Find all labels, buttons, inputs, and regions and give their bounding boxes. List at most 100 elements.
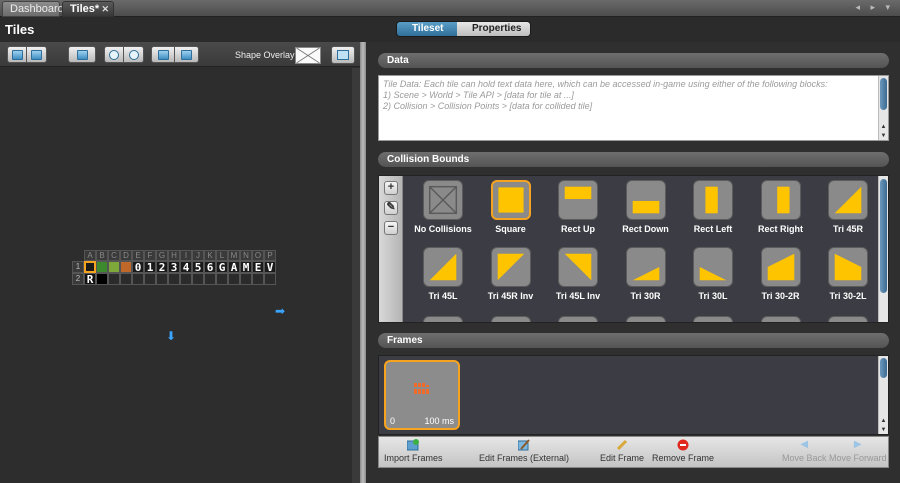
tile-cell[interactable]: [192, 273, 204, 285]
scroll-down-icon[interactable]: ▼: [879, 427, 888, 433]
data-scrollbar[interactable]: ▲ ▼: [878, 76, 888, 140]
collision-option[interactable]: Tri 30-2R: [749, 247, 809, 311]
tab-tileset[interactable]: Tileset: [397, 22, 457, 36]
tile-cell[interactable]: [204, 273, 216, 285]
remove-frame-button[interactable]: Remove Frame: [652, 439, 714, 463]
collision-option[interactable]: Tri 45R: [816, 180, 876, 244]
tile-cell[interactable]: [120, 261, 132, 273]
tile-cell[interactable]: [96, 261, 108, 273]
tile-cell[interactable]: [240, 273, 252, 285]
move-forward-button[interactable]: ▶ Move Forward: [829, 439, 887, 463]
collision-side-tools: + ✎ −: [379, 176, 403, 322]
tile-cell[interactable]: [120, 273, 132, 285]
tile-cell[interactable]: 6: [204, 261, 216, 273]
collision-option[interactable]: [681, 316, 741, 322]
fit-view-button[interactable]: [331, 46, 355, 64]
tile-cell[interactable]: [264, 273, 276, 285]
remove-collision-button[interactable]: −: [384, 221, 398, 235]
collision-option[interactable]: [479, 316, 539, 322]
tile-cell[interactable]: 4: [180, 261, 192, 273]
collision-option[interactable]: Tri 30R: [614, 247, 674, 311]
collision-option[interactable]: No Collisions: [411, 180, 472, 244]
tile-cell[interactable]: [132, 273, 144, 285]
shape-overlay-toggle[interactable]: [295, 47, 321, 64]
tile-cell[interactable]: 0: [132, 261, 144, 273]
tile-cell[interactable]: [216, 273, 228, 285]
zoom-out-button[interactable]: [124, 46, 144, 63]
import-frames-button[interactable]: Import Frames: [384, 439, 443, 463]
edit-frame-button[interactable]: Edit Frame: [600, 439, 644, 463]
collision-option[interactable]: Tri 30-2L: [816, 247, 876, 311]
frames-section-header: Frames: [378, 333, 889, 348]
tile-cell[interactable]: V: [264, 261, 276, 273]
collision-bounds-list: + ✎ − No Collisions Square Rect Up Rect Dow…: [378, 175, 889, 323]
tab-dashboard[interactable]: Dashboard: [2, 1, 64, 17]
collision-option[interactable]: Rect Left: [681, 180, 741, 244]
tile-cell[interactable]: [168, 273, 180, 285]
tile-cell[interactable]: [96, 273, 108, 285]
collision-option[interactable]: Rect Right: [749, 180, 809, 244]
tile-cell[interactable]: 1: [144, 261, 156, 273]
close-icon[interactable]: ✕: [101, 2, 109, 17]
grid-column-header: C: [108, 250, 120, 261]
collision-option[interactable]: [411, 316, 471, 322]
grid-tool-button[interactable]: [175, 46, 199, 63]
tile-cell[interactable]: [180, 273, 192, 285]
tile-cell[interactable]: [228, 273, 240, 285]
zoom-in-button[interactable]: [104, 46, 124, 63]
tile-cell[interactable]: 5: [192, 261, 204, 273]
add-collision-button[interactable]: +: [384, 181, 398, 195]
tile-data-textarea[interactable]: Tile Data: Each tile can hold text data …: [378, 75, 889, 141]
collision-option[interactable]: Rect Up: [546, 180, 606, 244]
collision-option[interactable]: [546, 316, 606, 322]
tri-30l-icon: [699, 267, 727, 281]
collision-option[interactable]: [614, 316, 674, 322]
collision-option[interactable]: Tri 45L: [411, 247, 471, 311]
select-tool-button[interactable]: [151, 46, 175, 63]
frame-card[interactable]: 0 100 ms: [384, 360, 460, 430]
expand-right-icon[interactable]: ➡: [275, 304, 285, 318]
collision-option[interactable]: [749, 316, 809, 322]
edit-frames-external-button[interactable]: Edit Frames (External): [479, 439, 569, 463]
collision-option[interactable]: Tri 45L Inv: [546, 247, 606, 311]
tile-cell[interactable]: A: [228, 261, 240, 273]
tab-scroll-arrows-icon[interactable]: ◂ ▸ ▾: [855, 2, 894, 13]
edit-collision-button[interactable]: ✎: [384, 201, 398, 215]
scroll-thumb[interactable]: [880, 179, 887, 293]
collision-option[interactable]: Tri 30L: [681, 247, 741, 311]
tile-cell[interactable]: 3: [168, 261, 180, 273]
collision-tile: [490, 316, 531, 322]
scroll-thumb[interactable]: [880, 358, 887, 378]
rect-up-icon: [564, 186, 592, 200]
collision-option[interactable]: [816, 316, 876, 322]
collision-option[interactable]: Tri 45R Inv: [479, 247, 539, 311]
tile-cell[interactable]: [84, 261, 96, 273]
collision-option[interactable]: Square: [479, 180, 539, 244]
tile-cell[interactable]: G: [216, 261, 228, 273]
tile-cell[interactable]: E: [252, 261, 264, 273]
tile-cell[interactable]: [144, 273, 156, 285]
tile-cell[interactable]: [108, 261, 120, 273]
tile-cell[interactable]: M: [240, 261, 252, 273]
edit-image-button[interactable]: [68, 46, 96, 63]
tile-cell[interactable]: [252, 273, 264, 285]
scroll-thumb[interactable]: [880, 78, 887, 110]
tab-properties[interactable]: Properties: [457, 22, 530, 36]
tab-tiles[interactable]: Tiles* ✕: [62, 1, 114, 17]
collision-scrollbar[interactable]: [878, 176, 888, 322]
scroll-up-icon[interactable]: ▲: [879, 124, 888, 130]
tile-cell[interactable]: [156, 273, 168, 285]
scroll-up-icon[interactable]: ▲: [879, 418, 888, 424]
add-tile-button[interactable]: [7, 46, 27, 63]
expand-down-icon[interactable]: ⬇: [166, 329, 176, 343]
tile-cell[interactable]: 2: [156, 261, 168, 273]
collision-option[interactable]: Rect Down: [614, 180, 674, 244]
canvas-scrollbar[interactable]: [352, 68, 360, 483]
tile-cell[interactable]: R: [84, 273, 96, 285]
move-back-button[interactable]: ◀ Move Back: [782, 439, 827, 463]
tile-cell[interactable]: [108, 273, 120, 285]
frame-thumbnail-icon: [414, 383, 429, 394]
scroll-down-icon[interactable]: ▼: [879, 133, 888, 139]
import-tile-button[interactable]: [27, 46, 47, 63]
frames-scrollbar[interactable]: ▲ ▼: [878, 356, 888, 434]
